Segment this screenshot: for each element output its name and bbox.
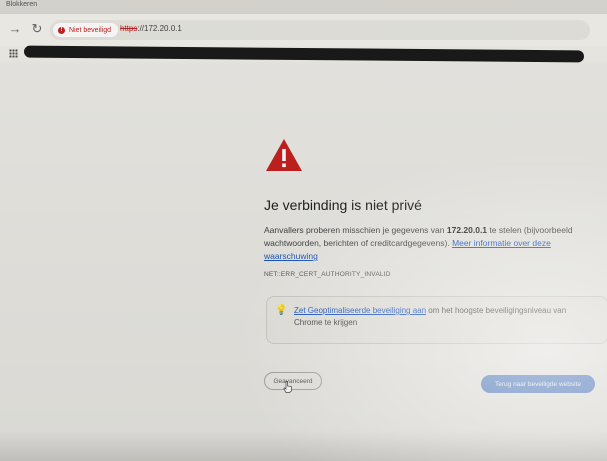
page-title: Je verbinding is niet privé	[264, 197, 422, 213]
error-code: NET::ERR_CERT_AUTHORITY_INVALID	[264, 271, 391, 278]
security-badge[interactable]: ! Niet beveiligd	[53, 23, 119, 37]
security-badge-label: Niet beveiligd	[69, 26, 112, 34]
warning-description: Aanvallers proberen misschien je gegeven…	[264, 224, 584, 263]
browser-toolbar: → ↻ ! Niet beveiligd https://172.20.0.1	[0, 14, 607, 47]
back-arrow-icon[interactable]: →	[8, 22, 22, 36]
url-text[interactable]: https://172.20.0.1	[120, 24, 182, 33]
enhanced-protection-tip: 💡 Zet Geoptimaliseerde beveiliging aan o…	[266, 296, 607, 344]
tip-text: Zet Geoptimaliseerde beveiliging aan om …	[294, 305, 594, 329]
lightbulb-icon: 💡	[275, 305, 288, 316]
browser-screen: Blokkeren → ↻ ! Niet beveiligd https://1…	[0, 0, 607, 461]
enhanced-protection-link[interactable]: Zet Geoptimaliseerde beveiliging aan	[294, 306, 426, 315]
advanced-button[interactable]: Geavanceerd	[264, 372, 322, 390]
interstitial-page: Je verbinding is niet privé Aanvallers p…	[0, 62, 607, 461]
host-name: 172.20.0.1	[446, 225, 488, 235]
hand-cursor-icon	[283, 381, 292, 393]
back-to-safety-button[interactable]: Terug naar beveiligde website	[481, 375, 595, 393]
reload-icon[interactable]: ↻	[30, 22, 44, 36]
address-bar[interactable]: ! Niet beveiligd https://172.20.0.1	[50, 20, 590, 40]
apps-grid-icon[interactable]	[9, 49, 18, 58]
screen-bottom-shade	[0, 430, 607, 461]
url-scheme: https	[120, 24, 138, 33]
warning-triangle-icon	[266, 139, 302, 171]
title-strip: Blokkeren	[0, 0, 607, 14]
url-host: ://172.20.0.1	[137, 24, 182, 33]
not-secure-icon: !	[58, 26, 65, 34]
description-part1: Aanvallers proberen misschien je gegeven…	[264, 225, 447, 235]
window-title: Blokkeren	[6, 1, 38, 8]
